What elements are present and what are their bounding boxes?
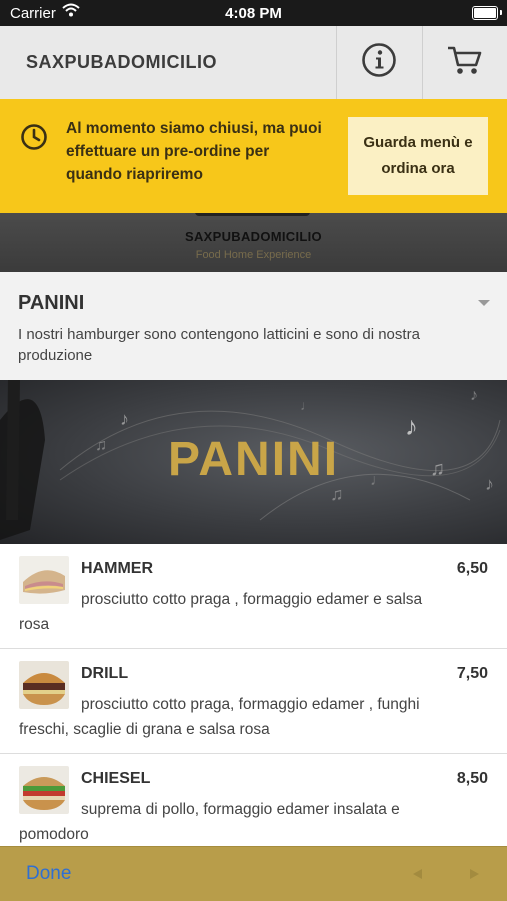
item-description: prosciutto cotto praga, formaggio edamer… (19, 696, 420, 738)
status-bar: Carrier 4:08 PM (0, 0, 507, 26)
menu-item-drill[interactable]: DRILL 7,50 prosciutto cotto praga, forma… (0, 649, 507, 754)
nav-bar: SAXPUBADOMICILIO (0, 26, 507, 100)
previous-arrow-icon[interactable] (413, 869, 422, 879)
item-price: 8,50 (456, 770, 488, 787)
info-icon (361, 42, 397, 83)
menu-item-hammer[interactable]: HAMMER 6,50 prosciutto cotto praga , for… (0, 544, 507, 649)
svg-text:♫: ♫ (330, 484, 344, 504)
item-description: prosciutto cotto praga , formaggio edame… (19, 591, 423, 633)
clock-time: 4:08 PM (225, 5, 282, 22)
svg-text:♪: ♪ (120, 409, 129, 429)
item-description: suprema di pollo, formaggio edamer insal… (19, 801, 400, 843)
item-name: DRILL (81, 665, 129, 682)
item-price: 7,50 (456, 665, 488, 682)
next-arrow-icon[interactable] (470, 869, 479, 879)
item-name: CHIESEL (81, 770, 151, 787)
closed-notice-banner: Al momento siamo chiusi, ma puoi effettu… (0, 99, 507, 213)
closed-message: Al momento siamo chiusi, ma puoi effettu… (66, 120, 322, 183)
category-description: I nostri hamburger sono contengono latti… (18, 326, 420, 364)
chevron-down-icon[interactable] (478, 300, 490, 306)
preorder-button[interactable]: Guarda menù e ordina ora (348, 117, 488, 195)
hero-tagline: Food Home Experience (195, 249, 312, 261)
cart-icon (446, 43, 484, 82)
clock-icon (20, 123, 48, 156)
svg-text:♩: ♩ (300, 397, 314, 413)
category-banner-title: PANINI (167, 433, 340, 486)
item-price: 6,50 (456, 560, 488, 577)
category-banner: ♪ ♫ ♪ ♫ ♪ ♫ ♩ ♪ ♩ PANINI (0, 380, 507, 544)
battery-icon (472, 6, 498, 20)
menu-list: HAMMER 6,50 prosciutto cotto praga , for… (0, 544, 507, 859)
category-title: PANINI (18, 292, 85, 314)
hero-brand: SAXPUBADOMICILIO (185, 229, 322, 244)
menu-item-chiesel[interactable]: CHIESEL 8,50 suprema di pollo, formaggio… (0, 754, 507, 859)
cart-button[interactable] (422, 26, 507, 99)
item-name: HAMMER (81, 560, 153, 577)
battery-tip (500, 10, 502, 15)
category-header[interactable]: PANINI I nostri hamburger sono contengon… (0, 272, 507, 380)
svg-text:♪: ♪ (470, 387, 478, 404)
app-title: SAXPUBADOMICILIO (26, 52, 218, 72)
done-button[interactable]: Done (26, 863, 71, 885)
keyboard-toolbar: Done (0, 846, 507, 901)
info-button[interactable] (336, 26, 421, 99)
